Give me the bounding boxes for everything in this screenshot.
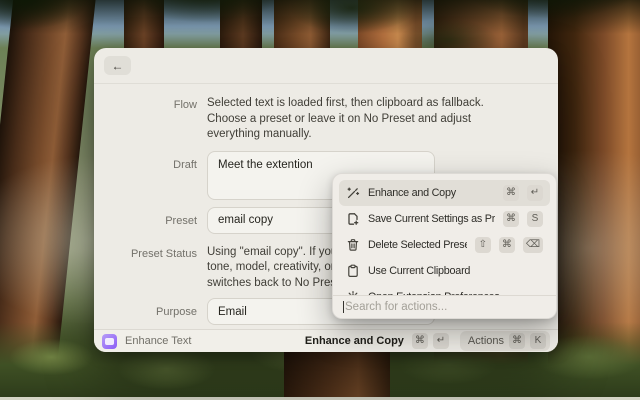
trash-icon	[346, 238, 360, 252]
primary-action-button[interactable]: Enhance and Copy	[305, 335, 404, 347]
clipboard-icon	[346, 264, 360, 278]
flow-description: Selected text is loaded first, then clip…	[207, 96, 541, 143]
wand-icon	[346, 186, 360, 200]
menu-item-label: Enhance and Copy	[368, 187, 495, 199]
status-bar-actions: Enhance and Copy ⌘ ↵ Actions ⌘ K	[305, 331, 550, 351]
command-key-badge: ⌘	[509, 333, 525, 349]
menu-item-label: Delete Selected Preset	[368, 239, 467, 251]
k-key-badge: K	[530, 333, 546, 349]
command-key-badge: ⌘	[499, 237, 515, 253]
window-header: ←	[94, 48, 558, 84]
command-key-badge: ⌘	[503, 185, 519, 201]
purpose-label: Purpose	[94, 298, 197, 321]
actions-button[interactable]: Actions ⌘ K	[460, 331, 550, 351]
s-key-badge: S	[527, 211, 543, 227]
return-key-badge: ↵	[527, 185, 543, 201]
shift-key-badge: ⇧	[475, 237, 491, 253]
preset-status-label: Preset Status	[94, 245, 197, 263]
menu-item-enhance-and-copy[interactable]: Enhance and Copy ⌘ ↵	[339, 180, 550, 206]
actions-search-input[interactable]	[345, 301, 546, 313]
menu-item-save-preset[interactable]: Save Current Settings as Preset ⌘ S	[339, 206, 550, 232]
actions-button-label: Actions	[468, 335, 504, 347]
actions-search-bar	[333, 295, 556, 318]
draft-label: Draft	[94, 151, 197, 174]
menu-item-delete-preset[interactable]: Delete Selected Preset ⇧ ⌘ ⌫	[339, 232, 550, 258]
save-icon	[346, 212, 360, 226]
enhance-text-app-icon	[102, 334, 117, 349]
flow-label: Flow	[94, 96, 197, 114]
back-arrow-icon: ←	[112, 60, 124, 72]
menu-item-use-clipboard[interactable]: Use Current Clipboard	[339, 258, 550, 284]
menu-item-label: Save Current Settings as Preset	[368, 213, 495, 225]
form-row-flow: Flow Selected text is loaded first, then…	[94, 96, 558, 143]
delete-key-badge: ⌫	[523, 237, 543, 253]
command-key-badge: ⌘	[412, 333, 428, 349]
app-name: Enhance Text	[125, 335, 297, 347]
back-button[interactable]: ←	[104, 56, 131, 75]
screen: ← Flow Selected text is loaded first, th…	[0, 0, 640, 400]
command-key-badge: ⌘	[503, 211, 519, 227]
preset-label: Preset	[94, 207, 197, 230]
text-cursor	[343, 301, 344, 313]
menu-item-label: Use Current Clipboard	[368, 265, 543, 277]
return-key-badge: ↵	[433, 333, 449, 349]
actions-menu: Enhance and Copy ⌘ ↵ Save Current Settin…	[332, 173, 557, 319]
status-bar: Enhance Text Enhance and Copy ⌘ ↵ Action…	[94, 329, 558, 352]
